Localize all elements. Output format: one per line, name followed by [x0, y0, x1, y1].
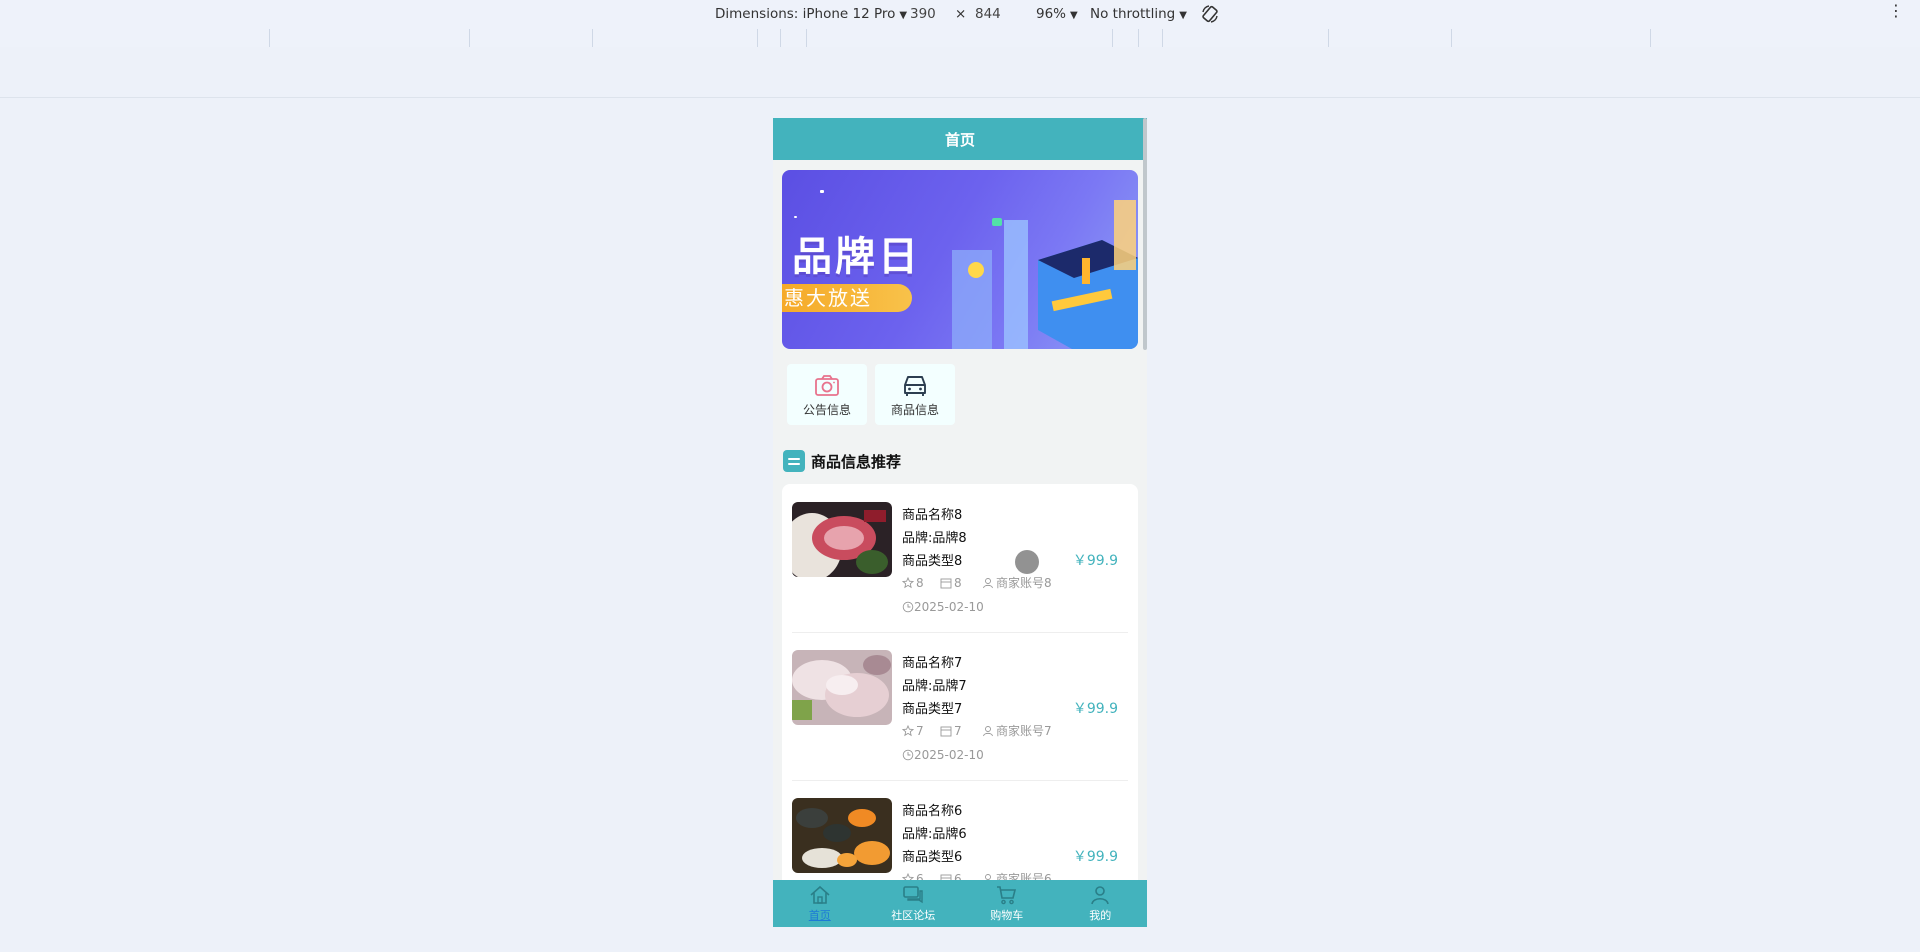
goods-price: ￥99.9: [1072, 553, 1118, 569]
tab-mine[interactable]: 我的: [1054, 880, 1148, 927]
touch-cursor: [1015, 550, 1039, 574]
quick-item-announcement[interactable]: 公告信息: [787, 364, 867, 425]
tab-forum[interactable]: 社区论坛: [867, 880, 961, 927]
rotate-icon[interactable]: [1200, 4, 1220, 24]
goods-meta: 7 7 商家账号7: [902, 722, 1052, 739]
user-icon: [983, 725, 993, 736]
caret-down-icon: ▼: [1070, 10, 1078, 21]
device-ruler: [0, 47, 1920, 98]
caret-down-icon: ▼: [899, 10, 908, 21]
goods-image: [792, 798, 892, 873]
clock-icon: [902, 749, 914, 761]
goods-type: 商品类型8: [902, 554, 963, 569]
phone-viewport: 首页 品牌日 惠大放送 公告信息 商品信息 商品信息推荐 商品名称8 品牌:品牌…: [773, 118, 1147, 927]
seller-account: 商家账号7: [996, 724, 1052, 738]
list-icon: [783, 450, 805, 472]
seller-account: 商家账号8: [996, 576, 1052, 590]
zoom-label: 96%: [1036, 6, 1067, 22]
collects-count: 7: [954, 723, 962, 738]
goods-type: 商品类型6: [902, 850, 963, 865]
device-height-input[interactable]: 844: [975, 6, 1001, 22]
goods-list: 商品名称8 品牌:品牌8 商品类型8 ￥99.9 8 8 商家账号8 2025-…: [782, 484, 1138, 927]
banner-carousel[interactable]: 品牌日 惠大放送: [782, 170, 1138, 349]
devtools-device-toolbar: Dimensions: iPhone 12 Pro ▼ 390 × 844 96%…: [0, 0, 1920, 30]
goods-date: 2025-02-10: [902, 600, 984, 614]
goods-name: 商品名称8: [902, 508, 963, 523]
device-dimensions-select[interactable]: Dimensions: iPhone 12 Pro ▼: [715, 6, 907, 22]
device-dimensions-label: Dimensions: iPhone 12 Pro: [715, 6, 896, 22]
cart-icon: [996, 886, 1016, 905]
caret-down-icon: ▼: [1179, 10, 1187, 21]
goods-image: [792, 502, 892, 577]
forum-icon: [903, 886, 923, 904]
bottom-tabbar: 首页 社区论坛 购物车 我的: [773, 880, 1147, 927]
banner-pill: 惠大放送: [782, 284, 912, 312]
banner-illustration: [952, 200, 1138, 349]
goods-brand: 品牌:品牌7: [902, 679, 967, 694]
user-icon: [1091, 886, 1110, 905]
star-icon: [902, 576, 914, 588]
goods-brand: 品牌:品牌6: [902, 827, 967, 842]
goods-price: ￥99.9: [1072, 849, 1118, 865]
more-options-icon[interactable]: ⋮: [1888, 3, 1904, 19]
collects-count: 8: [954, 575, 962, 590]
goods-price: ￥99.9: [1072, 701, 1118, 717]
tab-label: 购物车: [990, 909, 1024, 922]
likes-count: 7: [916, 723, 924, 738]
quick-label: 商品信息: [890, 403, 939, 417]
goods-info: 商品名称7 品牌:品牌7 商品类型7: [902, 652, 967, 721]
list-item[interactable]: 商品名称8 品牌:品牌8 商品类型8 ￥99.9 8 8 商家账号8 2025-…: [792, 484, 1128, 633]
banner-headline: 品牌日: [792, 234, 921, 280]
likes-count: 8: [916, 575, 924, 590]
goods-info: 商品名称8 品牌:品牌8 商品类型8: [902, 504, 967, 573]
list-item[interactable]: 商品名称7 品牌:品牌7 商品类型7 ￥99.9 7 7 商家账号7 2025-…: [792, 632, 1128, 781]
quick-item-goods[interactable]: 商品信息: [875, 364, 955, 425]
scrollbar[interactable]: [1143, 118, 1147, 350]
goods-meta: 8 8 商家账号8: [902, 574, 1052, 591]
car-icon: [904, 376, 926, 396]
goods-brand: 品牌:品牌8: [902, 531, 967, 546]
tab-label: 我的: [1089, 909, 1112, 922]
goods-name: 商品名称7: [902, 656, 963, 671]
goods-date: 2025-02-10: [902, 748, 984, 762]
tab-cart[interactable]: 购物车: [960, 880, 1054, 927]
tab-home[interactable]: 首页: [773, 880, 867, 927]
home-icon: [810, 885, 830, 904]
section-title: 商品信息推荐: [783, 450, 901, 472]
page-title: 首页: [773, 118, 1147, 160]
goods-image: [792, 650, 892, 725]
goods-info: 商品名称6 品牌:品牌6 商品类型6: [902, 800, 967, 869]
calendar-icon: [940, 726, 952, 736]
camera-icon: [815, 375, 839, 396]
throttling-select[interactable]: No throttling ▼: [1090, 6, 1187, 22]
quick-label: 公告信息: [802, 403, 851, 417]
goods-name: 商品名称6: [902, 804, 963, 819]
zoom-select[interactable]: 96% ▼: [1036, 6, 1078, 22]
user-icon: [983, 577, 993, 588]
throttling-label: No throttling: [1090, 6, 1176, 22]
tab-label: 首页: [808, 909, 831, 922]
clock-icon: [902, 601, 914, 613]
section-title-text: 商品信息推荐: [811, 452, 902, 471]
date-text: 2025-02-10: [914, 748, 984, 762]
tab-label: 社区论坛: [891, 909, 936, 922]
device-width-input[interactable]: 390: [910, 6, 936, 22]
dimension-times: ×: [955, 6, 967, 22]
goods-type: 商品类型7: [902, 702, 963, 717]
media-query-ruler: [0, 29, 1920, 48]
quick-menu: 公告信息 商品信息: [787, 364, 955, 425]
star-icon: [902, 724, 914, 736]
date-text: 2025-02-10: [914, 600, 984, 614]
calendar-icon: [940, 578, 952, 588]
